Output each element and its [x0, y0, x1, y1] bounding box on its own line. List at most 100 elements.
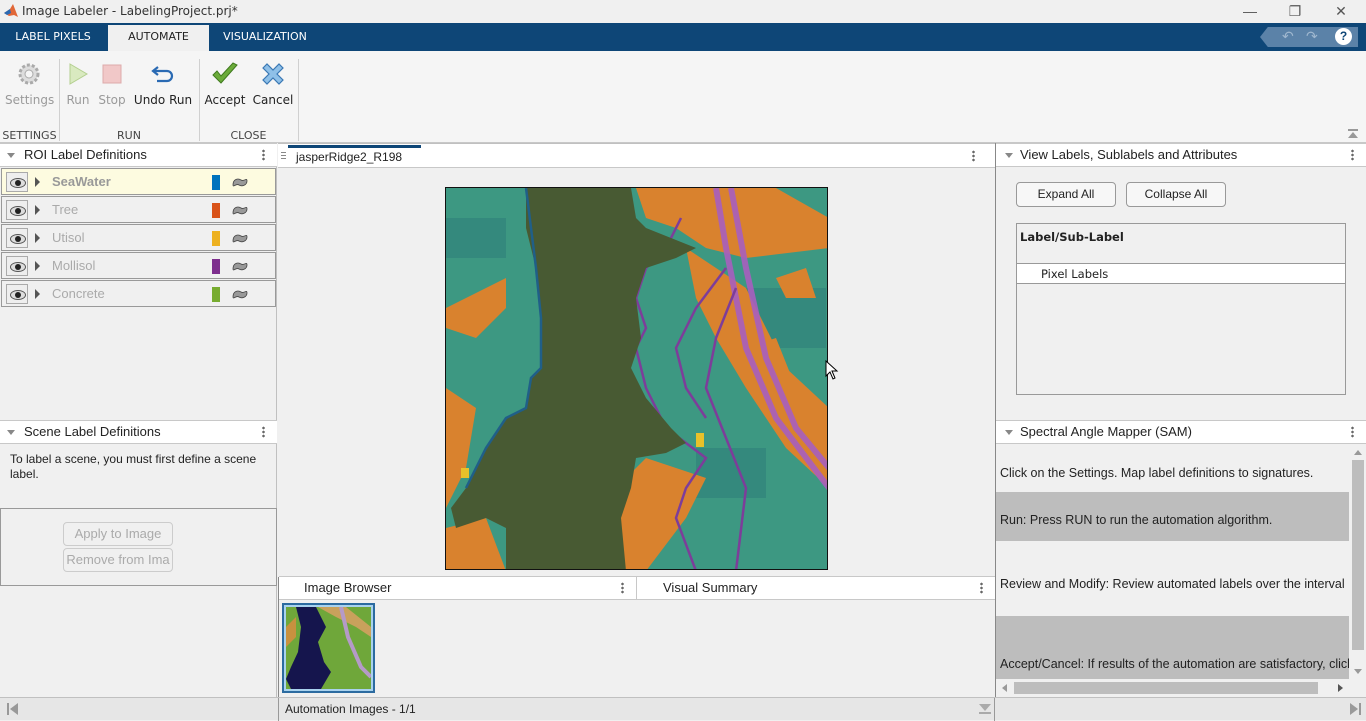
- expand-arrow-icon[interactable]: [35, 289, 40, 299]
- more-options-icon[interactable]: [621, 582, 624, 594]
- status-bar: Automation Images - 1/1: [0, 697, 1366, 721]
- close-window-button[interactable]: ✕: [1326, 2, 1356, 22]
- collapse-icon[interactable]: [7, 430, 15, 435]
- scene-panel-message: To label a scene, you must first define …: [10, 452, 257, 481]
- pixel-label-icon: [232, 178, 248, 187]
- image-overlay: [446, 188, 827, 569]
- status-divider: [994, 698, 995, 721]
- undo-run-label: Undo Run: [133, 93, 193, 107]
- scroll-right-arrow-icon[interactable]: [1338, 684, 1343, 692]
- quick-access-bar: ↶ ↷ ?: [1260, 27, 1358, 47]
- more-options-icon[interactable]: [262, 149, 265, 161]
- visibility-eye-icon[interactable]: [6, 228, 28, 248]
- sam-panel-header: Spectral Angle Mapper (SAM): [996, 420, 1366, 444]
- accept-button[interactable]: Accept: [203, 59, 247, 107]
- last-page-icon[interactable]: [1350, 703, 1362, 715]
- scroll-up-arrow-icon[interactable]: [1354, 450, 1362, 455]
- visibility-eye-icon[interactable]: [6, 284, 28, 304]
- remove-from-image-button[interactable]: Remove from Ima: [63, 548, 173, 572]
- image-browser-title: Image Browser: [304, 580, 392, 595]
- cancel-button[interactable]: Cancel: [251, 59, 295, 107]
- stop-icon: [102, 64, 122, 84]
- label-tree-table: Label/Sub-Label Pixel Labels: [1016, 223, 1346, 395]
- status-divider: [278, 698, 279, 721]
- sam-step-settings: Click on the Settings. Map label definit…: [1000, 466, 1314, 480]
- scrollbar-thumb[interactable]: [1352, 460, 1364, 650]
- thumbnail-image: [286, 606, 373, 689]
- run-button[interactable]: Run: [63, 59, 93, 107]
- more-options-icon[interactable]: [262, 426, 265, 438]
- scrollbar-thumb[interactable]: [1014, 682, 1318, 694]
- tab-automate[interactable]: AUTOMATE: [108, 25, 209, 51]
- roi-label-utisol[interactable]: Utisol: [1, 224, 276, 251]
- collapse-icon[interactable]: [1005, 430, 1013, 435]
- collapse-icon[interactable]: [1005, 153, 1013, 158]
- section-divider: [298, 59, 299, 141]
- scroll-down-arrow-icon[interactable]: [1354, 669, 1362, 674]
- more-options-icon[interactable]: [980, 582, 983, 594]
- roi-label-name: Concrete: [52, 286, 105, 301]
- roi-label-mollisol[interactable]: Mollisol: [1, 252, 276, 279]
- roi-label-concrete[interactable]: Concrete: [1, 280, 276, 307]
- expand-arrow-icon[interactable]: [35, 233, 40, 243]
- restore-button[interactable]: ❐: [1280, 2, 1310, 22]
- undo-icon[interactable]: ↶: [1282, 28, 1294, 45]
- scene-panel-title: Scene Label Definitions: [24, 424, 161, 439]
- scroll-left-arrow-icon[interactable]: [1002, 684, 1007, 692]
- redo-icon[interactable]: ↷: [1306, 28, 1318, 45]
- stop-button[interactable]: Stop: [97, 59, 127, 107]
- pixel-label-icon: [232, 290, 248, 299]
- table-row[interactable]: Pixel Labels: [1017, 263, 1345, 284]
- filter-icon[interactable]: [979, 704, 991, 716]
- pixel-label-icon: [232, 262, 248, 271]
- more-options-icon[interactable]: [1351, 426, 1354, 438]
- horizontal-scrollbar[interactable]: [996, 680, 1350, 696]
- more-options-icon[interactable]: [1351, 149, 1354, 161]
- collapse-toolstrip-icon[interactable]: [1348, 129, 1360, 139]
- collapse-icon[interactable]: [7, 153, 15, 158]
- gear-icon: [18, 63, 40, 85]
- title-bar: Image Labeler - LabelingProject.prj* — ❐…: [0, 0, 1366, 23]
- label-color-swatch: [212, 231, 220, 246]
- tab-label-pixels[interactable]: LABEL PIXELS: [8, 25, 98, 51]
- stop-label: Stop: [98, 93, 126, 107]
- matlab-logo-icon: [4, 4, 18, 17]
- more-options-icon[interactable]: [972, 150, 975, 162]
- vertical-scrollbar[interactable]: [1350, 445, 1366, 680]
- minimize-button[interactable]: —: [1235, 2, 1265, 22]
- roi-label-name: Utisol: [52, 230, 85, 245]
- help-icon[interactable]: ?: [1335, 28, 1352, 45]
- tab-visualization[interactable]: VISUALIZATION: [218, 25, 312, 51]
- label-color-swatch: [212, 175, 220, 190]
- sam-step-run: Run: Press RUN to run the automation alg…: [996, 492, 1349, 541]
- close-x-icon: [262, 63, 284, 85]
- collapse-all-button[interactable]: Collapse All: [1126, 182, 1226, 207]
- first-page-icon[interactable]: [7, 703, 19, 715]
- document-tab[interactable]: jasperRidge2_R198: [288, 145, 421, 167]
- roi-label-tree[interactable]: Tree: [1, 196, 276, 223]
- expand-arrow-icon[interactable]: [35, 261, 40, 271]
- visibility-eye-icon[interactable]: [6, 172, 28, 192]
- visibility-eye-icon[interactable]: [6, 256, 28, 276]
- pixel-label-icon: [232, 234, 248, 243]
- roi-label-seawater[interactable]: SeaWater: [1, 168, 276, 195]
- checkmark-icon: [212, 62, 238, 84]
- scene-label-box: Apply to Image Remove from Ima: [0, 508, 277, 586]
- expand-arrow-icon[interactable]: [35, 177, 40, 187]
- visibility-eye-icon[interactable]: [6, 200, 28, 220]
- automation-images-status: Automation Images - 1/1: [285, 702, 416, 716]
- undo-run-button[interactable]: Undo Run: [133, 59, 193, 107]
- toolstrip: Settings Run Stop Undo Run Accept Cancel…: [0, 51, 1366, 143]
- pixel-label-icon: [232, 206, 248, 215]
- apply-to-image-button[interactable]: Apply to Image: [63, 522, 173, 546]
- view-labels-header: View Labels, Sublabels and Attributes: [996, 143, 1366, 167]
- expand-arrow-icon[interactable]: [35, 205, 40, 215]
- roi-panel-header: ROI Label Definitions: [0, 143, 277, 167]
- drag-handle-icon[interactable]: [281, 152, 286, 161]
- labeled-image-canvas[interactable]: [445, 187, 828, 570]
- expand-all-button[interactable]: Expand All: [1016, 182, 1116, 207]
- settings-button[interactable]: Settings: [5, 59, 54, 107]
- sam-step-review: Review and Modify: Review automated labe…: [1000, 577, 1345, 591]
- run-label: Run: [66, 93, 90, 107]
- image-thumbnail[interactable]: [282, 603, 375, 693]
